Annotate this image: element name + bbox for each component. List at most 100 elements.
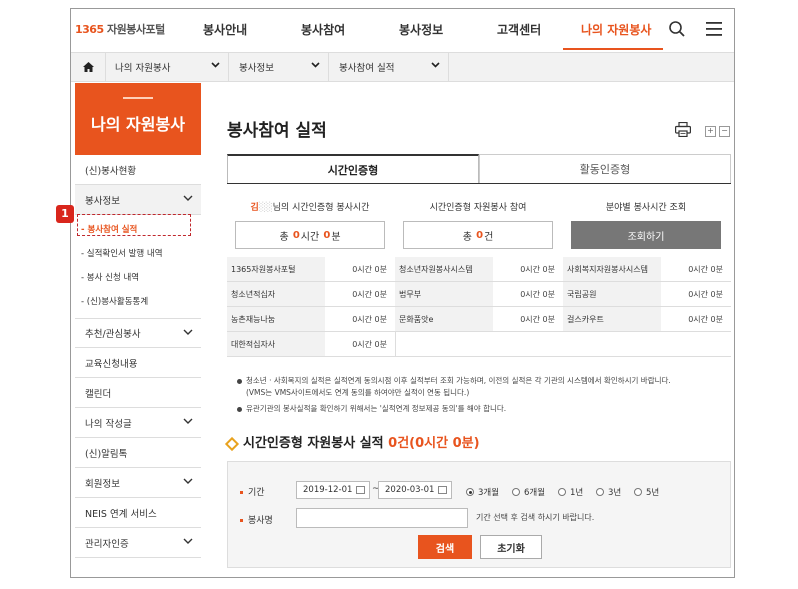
notice-item: (VMS는 VMS사이트에서도 연계 동의를 하여야만 실적이 연동 됩니다.): [246, 388, 470, 397]
grid-name: 법무부: [395, 282, 493, 307]
radio-5-years[interactable]: 5년: [634, 486, 659, 498]
radio-3-years[interactable]: 3년: [596, 486, 621, 498]
radio-button[interactable]: [634, 488, 642, 496]
sidebar-item-recommended[interactable]: 추천/관심봉사: [75, 318, 201, 348]
zoom-in-button[interactable]: +: [705, 126, 716, 137]
grid-name: 걸스카우트: [563, 307, 661, 332]
grid-value: 0시간 0분: [325, 282, 395, 307]
chevron-down-icon: [311, 62, 320, 68]
sidebar-item-education[interactable]: 교육신청내용: [75, 348, 201, 378]
top-navigation: 1365 자원봉사포털 봉사안내 봉사참여 봉사정보 고객센터 나의 자원봉사: [71, 9, 734, 51]
grid-value: 0시간 0분: [325, 332, 395, 357]
tab-time-certified[interactable]: 시간인증형: [227, 154, 479, 184]
end-date-input[interactable]: 2020-03-01: [378, 481, 452, 499]
lookup-button[interactable]: 조회하기: [571, 221, 721, 249]
grid-name: 1365자원봉사포털: [227, 257, 325, 282]
sidebar-item-admin-auth[interactable]: 관리자인증: [75, 528, 201, 558]
radio-1-year[interactable]: 1년: [558, 486, 583, 498]
hamburger-menu-icon[interactable]: [706, 22, 722, 36]
sidebar-item-volunteer-info[interactable]: 봉사정보: [75, 185, 201, 215]
breadcrumb-label: 나의 자원봉사: [115, 63, 171, 74]
chevron-down-icon: [211, 62, 220, 68]
bullet-icon: [240, 491, 243, 494]
nav-my-volunteer[interactable]: 나의 자원봉사: [581, 21, 651, 38]
zoom-out-button[interactable]: −: [719, 126, 730, 137]
period-label: 기간: [240, 485, 265, 498]
radio-button[interactable]: [596, 488, 604, 496]
sidebar-sub-application-history[interactable]: - 봉사 신청 내역: [81, 271, 139, 283]
chevron-down-icon: [431, 62, 440, 68]
radio-button[interactable]: [512, 488, 520, 496]
radio-6-months[interactable]: 6개월: [512, 486, 545, 498]
nav-support[interactable]: 고객센터: [497, 21, 541, 38]
chevron-down-icon: [183, 195, 193, 201]
grid-value: 0시간 0분: [661, 282, 731, 307]
grid-value: 0시간 0분: [325, 307, 395, 332]
grid-value: 0시간 0분: [325, 257, 395, 282]
grid-name: 청소년자원봉사시스템: [395, 257, 493, 282]
field-lookup-label: 분야별 봉사시간 조회: [605, 203, 687, 213]
grid-name: 사회복지자원봉사시스템: [563, 257, 661, 282]
total-count-box: 총 0건: [403, 221, 553, 249]
radio-button[interactable]: [466, 488, 474, 496]
grid-value: 0시간 0분: [493, 307, 563, 332]
grid-empty-cell: [395, 332, 731, 357]
site-logo[interactable]: 1365 자원봉사포털: [75, 21, 165, 37]
tab-activity-certified[interactable]: 활동인증형: [479, 154, 731, 184]
sidebar-item-calendar[interactable]: 캘린더: [75, 378, 201, 408]
grid-value: 0시간 0분: [493, 257, 563, 282]
home-button[interactable]: [71, 53, 106, 81]
step-callout-badge: 1: [56, 205, 74, 223]
chevron-down-icon: [183, 418, 193, 424]
nav-guide[interactable]: 봉사안내: [203, 21, 247, 38]
grid-value: 0시간 0분: [661, 257, 731, 282]
sidebar-item-status[interactable]: (신)봉사현황: [75, 155, 201, 185]
radio-button[interactable]: [558, 488, 566, 496]
chevron-down-icon: [183, 538, 193, 544]
grid-name: 대한적십자사: [227, 332, 325, 357]
breadcrumb-label: 봉사정보: [239, 63, 274, 74]
section-title: 시간인증형 자원봉사 실적 0건(0시간 0분): [224, 432, 480, 451]
calendar-icon[interactable]: [438, 486, 447, 494]
nav-info[interactable]: 봉사정보: [399, 21, 443, 38]
grid-name: 국립공원: [563, 282, 661, 307]
volunteer-name-label: 봉사명: [240, 513, 273, 526]
breadcrumb-level1[interactable]: 나의 자원봉사: [105, 53, 229, 81]
bullet-icon: [237, 378, 242, 384]
chevron-down-icon: [183, 478, 193, 484]
bullet-icon: [240, 519, 243, 522]
grid-value: 0시간 0분: [493, 282, 563, 307]
radio-3-months[interactable]: 3개월: [466, 486, 499, 498]
notice-item: 청소년 · 사회복지의 실적은 실적연계 동의시점 이후 실적부터 조회 가능하…: [237, 375, 727, 387]
grid-name: 농촌재능나눔: [227, 307, 325, 332]
grid-value: 0시간 0분: [661, 307, 731, 332]
volunteer-name-input[interactable]: [296, 508, 468, 528]
nav-active-indicator: [563, 48, 663, 50]
banner-accent-bar: [123, 97, 153, 99]
chevron-down-icon: [183, 329, 193, 335]
notice-item: 유관기관의 봉사실적을 확인하기 위해서는 '실적연계 정보제공 동의'를 해야…: [237, 403, 727, 415]
search-icon[interactable]: [668, 20, 686, 38]
sidebar-item-member-info[interactable]: 회원정보: [75, 468, 201, 498]
start-date-input[interactable]: 2019-12-01: [296, 481, 370, 499]
grid-name: 청소년적십자: [227, 282, 325, 307]
notice-list: 청소년 · 사회복지의 실적은 실적연계 동의시점 이후 실적부터 조회 가능하…: [237, 375, 727, 415]
sidebar-sub-statistics[interactable]: - (신)봉사활동통계: [81, 295, 148, 307]
sidebar-title: 나의 자원봉사: [91, 115, 185, 134]
search-filter-panel: 기간 2019-12-01 ~ 2020-03-01 3개월 6개월 1년 3년…: [227, 461, 731, 568]
nav-participate[interactable]: 봉사참여: [301, 21, 345, 38]
highlight-dashed-box: [77, 214, 191, 236]
sidebar-banner: 나의 자원봉사: [75, 83, 201, 155]
sidebar-item-my-posts[interactable]: 나의 작성글: [75, 408, 201, 438]
calendar-icon[interactable]: [356, 486, 365, 494]
diamond-icon: [224, 436, 240, 451]
sidebar-item-neis[interactable]: NEIS 연계 서비스: [75, 498, 201, 528]
search-hint: 기간 선택 후 검색 하시기 바랍니다.: [476, 513, 595, 522]
breadcrumb-level2[interactable]: 봉사정보: [229, 53, 329, 81]
print-icon[interactable]: [675, 122, 691, 137]
sidebar-sub-certificate-history[interactable]: - 실적확인서 발행 내역: [81, 247, 163, 259]
breadcrumb-level3[interactable]: 봉사참여 실적: [329, 53, 449, 81]
sidebar-item-alimtalk[interactable]: (신)알림톡: [75, 438, 201, 468]
reset-button[interactable]: 초기화: [480, 535, 542, 559]
search-button[interactable]: 검색: [418, 535, 472, 559]
